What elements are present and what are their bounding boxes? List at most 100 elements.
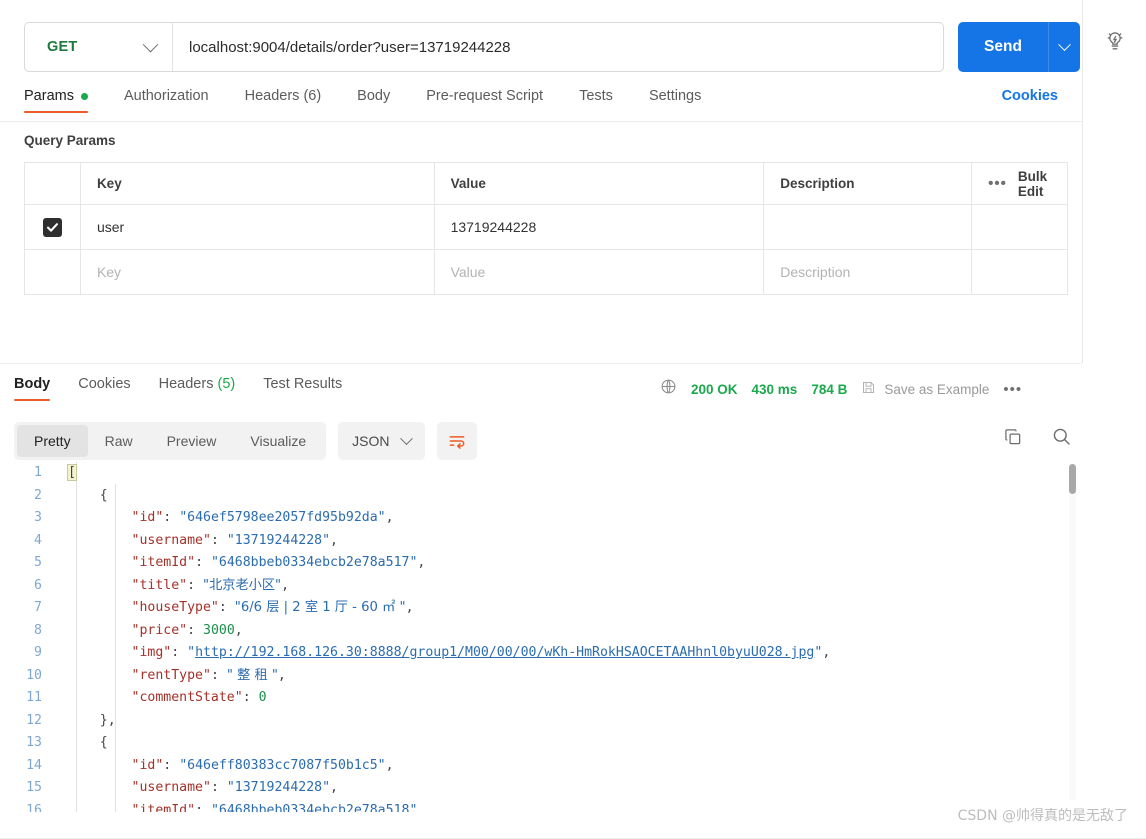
code-token: { — [99, 487, 108, 503]
code-token: "houseType" — [131, 600, 219, 615]
code-token: " 整 租 " — [226, 667, 278, 683]
response-more-options-icon[interactable]: ••• — [1003, 382, 1022, 397]
tab-params[interactable]: Params — [24, 88, 88, 113]
more-options-icon[interactable]: ••• — [988, 176, 1007, 191]
tab-pre-request-script[interactable]: Pre-request Script — [426, 88, 543, 113]
response-headers-count: (5) — [217, 376, 236, 392]
code-token: "img" — [131, 645, 172, 660]
code-line-text: { — [62, 732, 108, 755]
http-method-select[interactable]: GET — [25, 23, 173, 71]
row-checkbox-cell — [25, 205, 81, 249]
code-token: "646eff80383cc7087f50b1c5" — [179, 757, 386, 773]
line-number: 15 — [26, 780, 42, 795]
response-tab-headers[interactable]: Headers (5) — [159, 376, 236, 401]
code-token: : — [210, 780, 227, 795]
params-modified-dot-icon — [80, 92, 88, 100]
save-as-example-button[interactable]: Save as Example — [861, 380, 989, 398]
code-lines: 1[2 {3 "id": "646ef5798ee2057fd95b92da",… — [0, 462, 1146, 812]
code-line: 9 "img": "http://192.168.126.30:8888/gro… — [0, 642, 1146, 665]
code-token: , — [385, 510, 394, 525]
header-value: Value — [435, 163, 765, 204]
code-token: "6/6 层 | 2 室 1 厅 - 60 ㎡ " — [234, 600, 406, 615]
code-token: [ — [67, 464, 77, 481]
code-line: 5 "itemId": "6468bbeb0334ebcb2e78a517", — [0, 552, 1146, 575]
row-key[interactable]: user — [81, 205, 435, 249]
code-line: 1[ — [0, 462, 1146, 485]
method-url-group: GET — [24, 22, 944, 72]
row-description[interactable] — [764, 205, 973, 249]
code-line: 7 "houseType": "6/6 层 | 2 室 1 厅 - 60 ㎡ "… — [0, 597, 1146, 620]
code-token: : — [242, 690, 259, 705]
bulk-edit-button[interactable]: Bulk Edit — [1018, 169, 1053, 199]
code-token: , — [405, 600, 414, 615]
view-mode-raw[interactable]: Raw — [88, 425, 150, 457]
lightbulb-icon[interactable] — [1101, 27, 1129, 55]
code-line: 11 "commentState": 0 — [0, 687, 1146, 710]
code-token: , — [330, 780, 338, 795]
code-token: "13719244228" — [226, 780, 331, 795]
send-options-button[interactable] — [1048, 22, 1080, 72]
response-tab-body[interactable]: Body — [14, 376, 51, 401]
code-line-text: "id": "646eff80383cc7087f50b1c5", — [62, 755, 394, 778]
code-line: 13 { — [0, 732, 1146, 755]
code-line: 2 { — [0, 485, 1146, 508]
tab-tests[interactable]: Tests — [579, 88, 613, 113]
code-token: , — [330, 532, 338, 548]
line-number: 13 — [26, 735, 42, 750]
code-token: , — [822, 645, 831, 660]
tab-authorization-label: Authorization — [123, 88, 209, 104]
view-mode-visualize[interactable]: Visualize — [233, 425, 323, 457]
response-tab-cookies[interactable]: Cookies — [78, 376, 130, 401]
copy-icon[interactable] — [1003, 427, 1023, 447]
url-input[interactable] — [173, 23, 943, 71]
postman-window: GET Send Params Authorization Head — [0, 0, 1146, 839]
response-size: 784 B — [811, 381, 848, 397]
code-line-text: "houseType": "6/6 层 | 2 室 1 厅 - 60 ㎡ ", — [62, 597, 414, 620]
code-token: "itemId" — [131, 555, 196, 570]
response-format-select[interactable]: JSON — [338, 422, 425, 460]
tab-body[interactable]: Body — [357, 88, 390, 113]
search-icon[interactable] — [1051, 426, 1072, 447]
watermark: CSDN @帅得真的是无敌了 — [957, 808, 1128, 824]
row-actions — [972, 205, 1067, 249]
url-row: GET Send — [24, 22, 1080, 72]
row-value[interactable]: 13719244228 — [435, 205, 765, 249]
tab-headers[interactable]: Headers (6) — [245, 88, 322, 113]
response-body-scrollbar[interactable] — [1069, 464, 1076, 800]
code-line-text: }, — [62, 710, 116, 733]
code-token: "13719244228" — [226, 532, 331, 548]
placeholder-key-input[interactable]: Key — [81, 250, 435, 294]
send-button[interactable]: Send — [958, 22, 1048, 72]
placeholder-description-input[interactable]: Description — [764, 250, 973, 294]
globe-icon — [660, 378, 677, 400]
http-method-label: GET — [47, 39, 78, 55]
request-tabs-divider — [0, 121, 1082, 122]
scrollbar-thumb[interactable] — [1069, 464, 1076, 494]
code-token[interactable]: http://192.168.126.30:8888/group1/M00/00… — [195, 645, 814, 660]
response-time: 430 ms — [751, 381, 798, 397]
code-line: 15 "username": "13719244228", — [0, 777, 1146, 800]
line-number: 12 — [26, 712, 42, 728]
placeholder-value-input[interactable]: Value — [435, 250, 765, 294]
table-header-row: Key Value Description ••• Bulk Edit — [25, 163, 1067, 205]
response-tab-test-results[interactable]: Test Results — [263, 376, 342, 401]
view-mode-segmented: Pretty Raw Preview Visualize — [14, 422, 327, 460]
wrap-text-button[interactable] — [436, 422, 477, 460]
code-line-text: "price": 3000, — [62, 620, 243, 643]
param-enabled-checkbox[interactable] — [42, 217, 62, 237]
response-body-code[interactable]: 1[2 {3 "id": "646ef5798ee2057fd95b92da",… — [0, 462, 1146, 812]
tab-settings[interactable]: Settings — [649, 88, 701, 113]
save-icon — [861, 380, 876, 398]
view-mode-preview[interactable]: Preview — [150, 425, 234, 457]
code-token: : — [210, 532, 227, 548]
code-line: 14 "id": "646eff80383cc7087f50b1c5", — [0, 755, 1146, 778]
view-mode-pretty[interactable]: Pretty — [17, 425, 88, 457]
request-tabs: Params Authorization Headers (6) Body Pr… — [24, 88, 1034, 122]
cookies-link[interactable]: Cookies — [1002, 88, 1058, 104]
code-token: "6468bbeb0334ebcb2e78a517" — [210, 555, 418, 570]
right-sidebar-rail — [1082, 0, 1146, 363]
tab-authorization[interactable]: Authorization — [124, 88, 209, 113]
code-token: " — [187, 645, 196, 660]
code-line-text: { — [62, 485, 108, 508]
code-token: "username" — [131, 780, 211, 795]
